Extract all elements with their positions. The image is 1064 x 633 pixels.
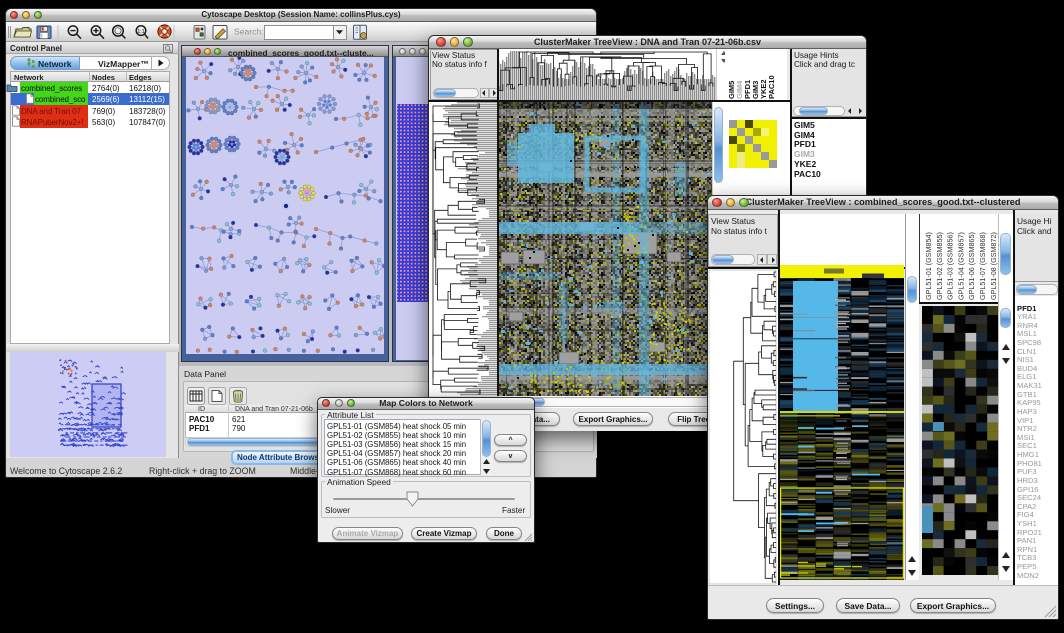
svg-text:GPL51-07 (GSM868): GPL51-07 (GSM868) (978, 232, 987, 300)
svg-text:GPL51-03 (GSM856): GPL51-03 (GSM856) (946, 232, 955, 300)
svg-text:GPL51-04 (GSM857): GPL51-04 (GSM857) (956, 232, 965, 300)
svg-text:Search:: Search: (234, 27, 264, 37)
svg-text:GPL51-01 (GSM854): GPL51-01 (GSM854) (924, 232, 933, 300)
svg-text:GPL51-06 (GSM865): GPL51-06 (GSM865) (967, 232, 976, 300)
svg-text:GPL51-02 (GSM855): GPL51-02 (GSM855) (935, 232, 944, 300)
svg-text:GPL51-08 (GSM872): GPL51-08 (GSM872) (989, 232, 998, 300)
svg-text:1:1: 1:1 (137, 29, 144, 35)
